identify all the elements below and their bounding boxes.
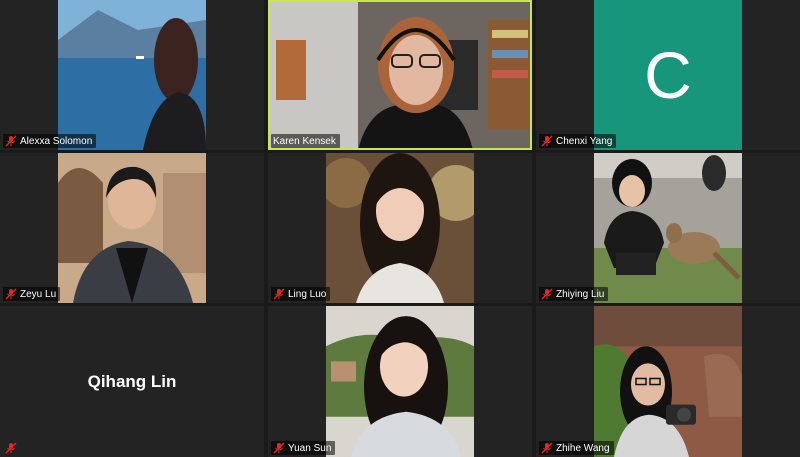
name-label: Chenxi Yang [539, 134, 617, 148]
name-label: Karen Kensek [271, 134, 340, 148]
muted-mic-icon [541, 135, 553, 147]
participant-name: Alexxa Solomon [20, 135, 93, 147]
participant-video [326, 306, 474, 457]
participant-video [268, 0, 532, 150]
participant-name-center: Qihang Lin [87, 371, 177, 391]
participant-name: Zeyu Lu [20, 288, 57, 300]
muted-mic-icon [273, 288, 285, 300]
participant-name: Yuan Sun [288, 442, 332, 454]
participant-name: Karen Kensek [273, 135, 336, 147]
participant-video [326, 153, 474, 303]
name-label: Yuan Sun [271, 441, 336, 455]
participant-tile-yuan-sun[interactable]: Yuan Sun [268, 306, 532, 457]
avatar-letter: C [644, 38, 692, 112]
name-label [3, 441, 24, 455]
muted-mic-icon [5, 288, 17, 300]
name-label: Zeyu Lu [3, 287, 61, 301]
muted-mic-icon [5, 442, 17, 454]
name-label: Ling Luo [271, 287, 331, 301]
participant-video [594, 153, 742, 303]
participant-tile-zhihe-wang[interactable]: Zhihe Wang [536, 306, 800, 457]
name-label: Alexxa Solomon [3, 134, 97, 148]
muted-mic-icon [273, 442, 285, 454]
participant-name: Ling Luo [288, 288, 327, 300]
participant-tile-alexxa-solomon[interactable]: Alexxa Solomon [0, 0, 264, 150]
name-label: Zhihe Wang [539, 441, 614, 455]
participant-name: Zhihe Wang [556, 442, 610, 454]
participant-tile-zeyu-lu[interactable]: Zeyu Lu [0, 153, 264, 303]
name-label: Zhiying Liu [539, 287, 609, 301]
participant-video [58, 153, 206, 303]
avatar: C [594, 0, 742, 150]
participant-tile-chenxi-yang[interactable]: C Chenxi Yang [536, 0, 800, 150]
muted-mic-icon [541, 288, 553, 300]
participant-tile-karen-kensek[interactable]: Karen Kensek [268, 0, 532, 150]
participant-tile-qihang-lin[interactable]: Qihang Lin [0, 306, 264, 457]
muted-mic-icon [541, 442, 553, 454]
participant-video [58, 0, 206, 150]
participant-tile-zhiying-liu[interactable]: Zhiying Liu [536, 153, 800, 303]
participant-name: Zhiying Liu [556, 288, 605, 300]
muted-mic-icon [5, 135, 17, 147]
gallery-view: Alexxa Solomon Karen Kensek C Chenxi Yan… [0, 0, 800, 457]
participant-tile-ling-luo[interactable]: Ling Luo [268, 153, 532, 303]
participant-name: Chenxi Yang [556, 135, 613, 147]
participant-video [594, 306, 742, 457]
